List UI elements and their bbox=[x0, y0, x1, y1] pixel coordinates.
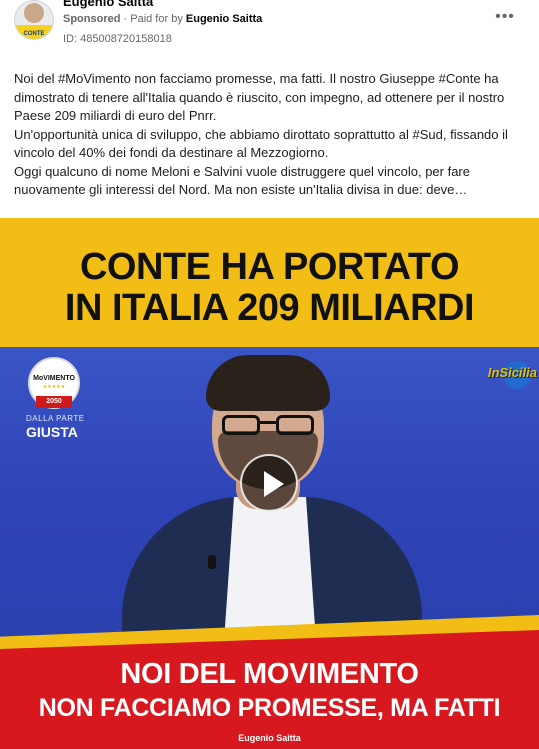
post-paragraph: Noi del #MoVimento non facciamo promesse… bbox=[14, 71, 505, 123]
lapel-mic bbox=[208, 555, 216, 569]
speaker-glasses bbox=[222, 415, 314, 437]
video-frame[interactable]: MoVIMENTO ★★★★★ 2050 DALLA PARTE GIUSTA … bbox=[0, 347, 539, 749]
sponsored-line: Sponsored · Paid for by Eugenio Saitta bbox=[63, 13, 262, 25]
caption-line-1: NOI DEL MOVIMENTO bbox=[120, 658, 419, 690]
payer-name[interactable]: Eugenio Saitta bbox=[186, 13, 262, 25]
logo-stars: ★★★★★ bbox=[42, 384, 66, 390]
sponsored-label: Sponsored bbox=[63, 13, 121, 25]
post-text: Noi del #MoVimento non facciamo promesse… bbox=[14, 70, 526, 200]
headline-line-2: IN ITALIA 209 MILIARDI bbox=[64, 287, 475, 329]
post-header: CONTE Eugenio Saitta Sponsored · Paid fo… bbox=[0, 0, 539, 58]
caption-name: Eugenio Saitta bbox=[238, 733, 301, 743]
dalla-parte-text: DALLA PARTE bbox=[26, 414, 85, 423]
movimento-logo: MoVIMENTO ★★★★★ 2050 bbox=[28, 357, 80, 409]
meta-separator: · bbox=[120, 13, 131, 25]
page-name[interactable]: Eugenio Saitta bbox=[63, 0, 153, 9]
caption-banner: NOI DEL MOVIMENTO NON FACCIAMO PROMESSE,… bbox=[0, 630, 539, 749]
avatar-band-text: CONTE bbox=[23, 31, 45, 37]
more-dots-icon[interactable]: ••• bbox=[493, 9, 517, 28]
post-paragraph: Oggi qualcuno di nome Meloni e Salvini v… bbox=[14, 163, 470, 198]
headline-line-1: CONTE HA PORTATO bbox=[79, 246, 460, 288]
video-media[interactable]: CONTE HA PORTATO IN ITALIA 209 MILIARDI … bbox=[0, 218, 539, 749]
giusta-text: GIUSTA bbox=[26, 424, 78, 440]
speaker-hair bbox=[206, 355, 330, 411]
avatar-face bbox=[24, 3, 44, 23]
play-icon[interactable] bbox=[240, 454, 298, 512]
ad-id: ID: 485008720158018 bbox=[63, 33, 172, 45]
logo-year: 2050 bbox=[36, 396, 72, 408]
page-avatar[interactable]: CONTE bbox=[14, 0, 54, 40]
logo-label: MoVIMENTO bbox=[33, 375, 75, 382]
post-paragraph: Un'opportunità unica di sviluppo, che ab… bbox=[14, 126, 508, 161]
caption-line-2: NON FACCIAMO PROMESSE, MA FATTI bbox=[38, 694, 501, 722]
paid-for-label: Paid for by bbox=[130, 13, 183, 25]
channel-logo: InSicilia bbox=[487, 365, 537, 380]
headline-banner: CONTE HA PORTATO IN ITALIA 209 MILIARDI bbox=[0, 218, 539, 347]
ad-card: CONTE Eugenio Saitta Sponsored · Paid fo… bbox=[0, 0, 539, 749]
